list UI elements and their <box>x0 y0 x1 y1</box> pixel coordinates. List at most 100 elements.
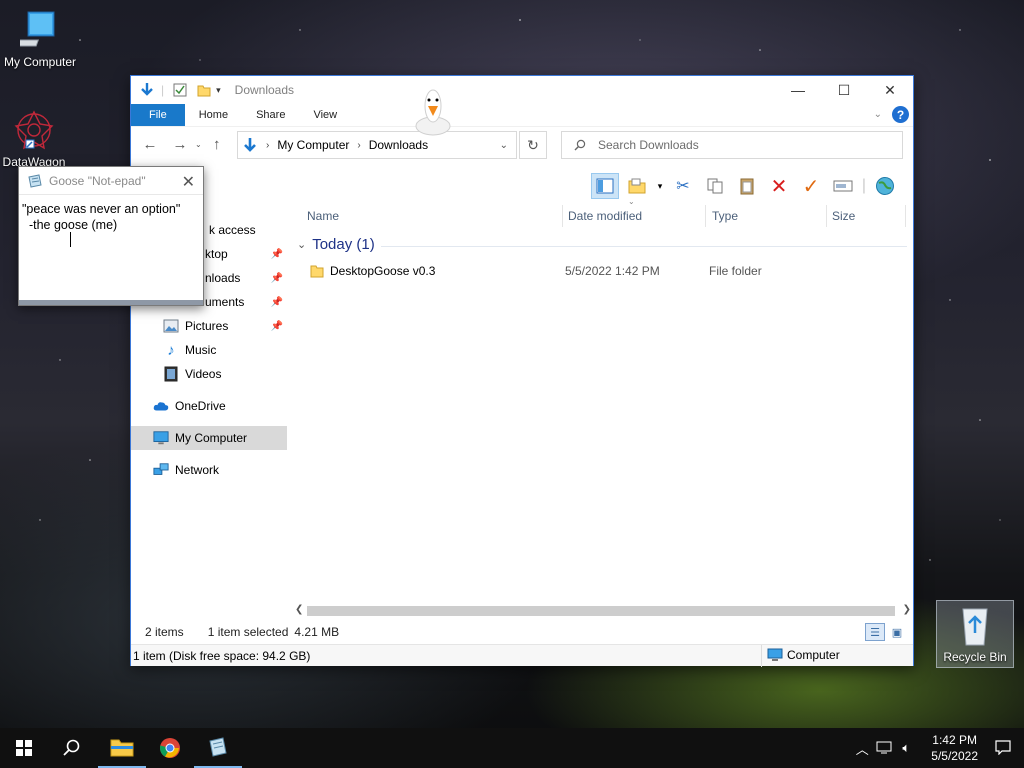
column-divider[interactable] <box>562 205 563 227</box>
pin-icon: 📌 <box>270 296 283 308</box>
title-bar[interactable]: | ▾ Downloads — ☐ ✕ <box>131 76 913 104</box>
nav-item-onedrive[interactable]: OneDrive <box>131 394 287 418</box>
goose-sprite[interactable] <box>414 86 452 136</box>
rename-icon[interactable] <box>829 173 857 199</box>
file-row[interactable]: DesktopGoose v0.3 5/5/2022 1:42 PM File … <box>307 260 907 282</box>
copy-icon[interactable] <box>701 173 729 199</box>
item-count: 2 items <box>145 625 184 639</box>
check-icon[interactable]: ✓ <box>797 173 825 199</box>
datawagon-icon <box>14 110 54 150</box>
quick-access-download-icon[interactable] <box>139 82 155 98</box>
forward-button[interactable]: → <box>165 136 195 153</box>
nav-item-music[interactable]: ♪ Music <box>131 338 287 362</box>
column-divider[interactable] <box>705 205 706 227</box>
address-row: ← → ⌄ ↑ › My Computer › Downloads ⌄ ↻ <box>131 126 913 162</box>
notepad-title-bar[interactable]: Goose "Not-epad" ✕ <box>19 167 203 195</box>
globe-icon[interactable] <box>871 173 899 199</box>
address-bar[interactable]: › My Computer › Downloads ⌄ <box>237 131 517 159</box>
notepad-icon <box>209 737 227 757</box>
taskbar-chrome[interactable] <box>146 728 194 768</box>
file-type: File folder <box>709 264 762 278</box>
breadcrumb-chevron-icon[interactable]: › <box>357 140 360 151</box>
large-icons-view-icon[interactable]: ▣ <box>887 623 907 641</box>
column-header-type[interactable]: Type <box>712 205 738 227</box>
search-button[interactable] <box>48 728 96 768</box>
search-icon <box>574 139 586 151</box>
breadcrumb-downloads[interactable]: Downloads <box>369 138 428 152</box>
customize-quick-access-dropdown[interactable]: ▾ <box>216 85 221 96</box>
delete-icon[interactable]: ✕ <box>765 173 793 199</box>
search-input[interactable] <box>598 138 878 152</box>
desktop-icon-recycle-bin[interactable]: Recycle Bin <box>936 600 1014 668</box>
views-icon[interactable] <box>623 173 651 199</box>
desktop-icon-my-computer[interactable]: My Computer <box>0 8 80 69</box>
info-divider <box>761 645 762 667</box>
views-dropdown[interactable]: ▾ <box>655 173 665 199</box>
paste-icon[interactable] <box>733 173 761 199</box>
show-hidden-icons-icon[interactable]: ︿ <box>851 739 873 758</box>
group-header-today[interactable]: ⌄ Today (1) <box>297 236 375 253</box>
back-button[interactable]: ← <box>135 136 165 153</box>
search-icon <box>63 739 80 756</box>
clock[interactable]: 1:42 PM 5/5/2022 <box>931 732 978 764</box>
start-button[interactable] <box>0 728 48 768</box>
breadcrumb-my-computer[interactable]: My Computer <box>277 138 349 152</box>
nav-item-my-computer[interactable]: My Computer <box>131 426 287 450</box>
clock-time: 1:42 PM <box>932 733 977 747</box>
column-header-size[interactable]: Size <box>832 205 855 227</box>
taskbar-file-explorer[interactable] <box>98 728 146 768</box>
recent-locations-dropdown[interactable]: ⌄ <box>195 140 202 149</box>
horizontal-scrollbar[interactable]: ❮ ❯ <box>291 604 913 618</box>
tab-view[interactable]: View <box>299 104 351 126</box>
preview-pane-icon[interactable] <box>591 173 619 199</box>
breadcrumb-chevron-icon[interactable]: › <box>266 140 269 151</box>
column-header-name[interactable]: Name <box>307 205 339 227</box>
up-button[interactable]: ↑ <box>202 136 232 153</box>
window-title: Downloads <box>234 83 295 97</box>
scroll-right-icon[interactable]: ❯ <box>903 604 911 615</box>
expand-ribbon-icon[interactable]: ⌄ <box>874 109 882 120</box>
tab-file[interactable]: File <box>131 104 185 126</box>
minimize-button[interactable]: — <box>775 76 821 104</box>
maximize-button[interactable]: ☐ <box>821 76 867 104</box>
system-tray: ︿ 🔈︎ 1:42 PM 5/5/2022 <box>851 728 1024 768</box>
taskbar-notepad[interactable] <box>194 728 242 768</box>
details-view-icon[interactable]: ☰ <box>865 623 885 641</box>
column-divider[interactable] <box>826 205 827 227</box>
nav-item-label: OneDrive <box>175 399 226 413</box>
nav-item-label: Network <box>175 463 220 477</box>
network-icon <box>153 462 169 478</box>
volume-icon[interactable]: 🔈︎ <box>895 740 917 756</box>
network-status-icon[interactable] <box>873 740 895 757</box>
scrollbar-thumb[interactable] <box>307 606 895 616</box>
desktop-icon-datawagon[interactable]: DataWagon <box>0 108 74 169</box>
notepad-text-area[interactable]: "peace was never an option" -the goose (… <box>19 195 203 239</box>
selected-count: 1 item selected <box>207 625 289 639</box>
column-divider[interactable] <box>905 205 906 227</box>
computer-icon <box>20 11 55 47</box>
tab-share[interactable]: Share <box>242 104 299 126</box>
refresh-button[interactable]: ↻ <box>519 131 547 159</box>
nav-item-pictures[interactable]: Pictures 📌 <box>131 314 287 338</box>
properties-icon[interactable] <box>172 82 188 98</box>
scroll-left-icon[interactable]: ❮ <box>295 604 303 615</box>
collapse-chevron-icon[interactable]: ⌄ <box>297 238 306 251</box>
notepad-close-button[interactable]: ✕ <box>182 172 195 192</box>
nav-item-network[interactable]: Network <box>131 458 287 482</box>
tab-home[interactable]: Home <box>185 104 242 126</box>
new-folder-icon[interactable] <box>196 82 212 98</box>
folder-icon <box>310 264 324 278</box>
taskbar: ︿ 🔈︎ 1:42 PM 5/5/2022 <box>0 728 1024 768</box>
nav-item-videos[interactable]: Videos <box>131 362 287 386</box>
text-caret <box>70 232 71 247</box>
notifications-icon[interactable] <box>992 739 1014 758</box>
desktop-icon-label: My Computer <box>3 55 77 69</box>
nav-item-label: Music <box>185 343 217 357</box>
column-header-date-modified[interactable]: Date modified <box>568 205 642 227</box>
help-icon[interactable]: ? <box>892 106 909 123</box>
cut-icon[interactable]: ✂ <box>669 173 697 199</box>
search-box[interactable] <box>561 131 903 159</box>
ribbon-tabs: File Home Share View ⌄ ? <box>131 104 913 126</box>
address-history-dropdown[interactable]: ⌄ <box>500 140 508 151</box>
close-button[interactable]: ✕ <box>867 76 913 104</box>
